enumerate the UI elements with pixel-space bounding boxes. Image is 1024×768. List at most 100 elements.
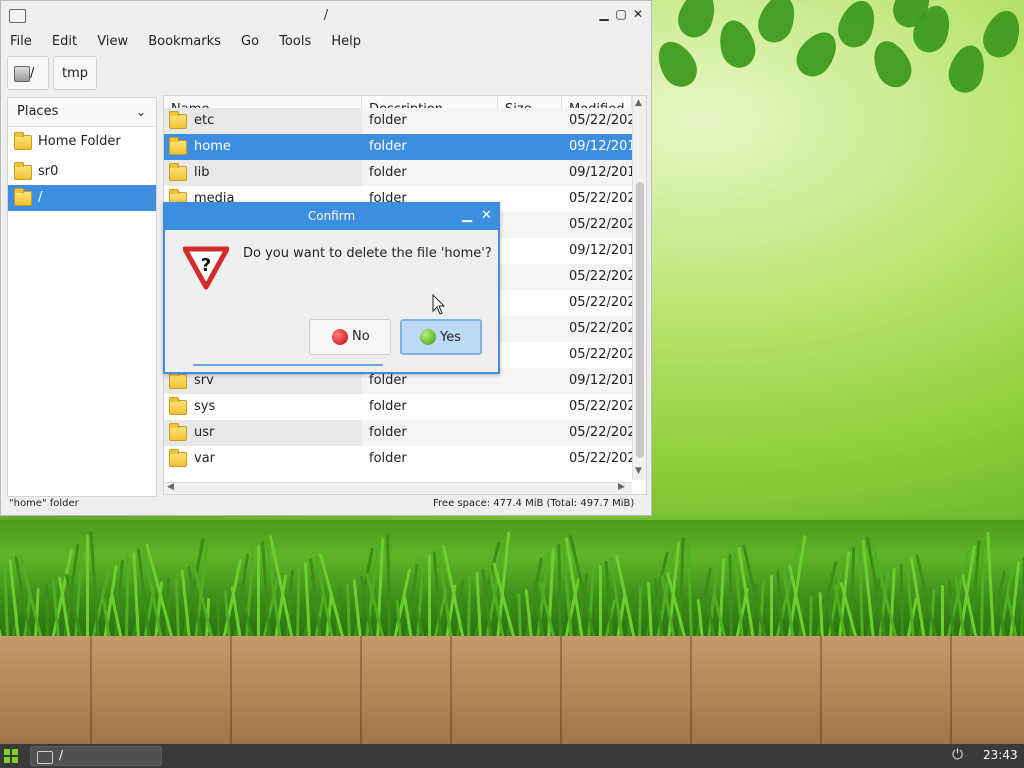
grass-blade [345, 582, 351, 641]
cell-modified: 05/22/202 [562, 108, 632, 134]
menu-help[interactable]: Help [328, 31, 364, 53]
grass-blade [215, 593, 220, 641]
grass-blade [728, 553, 733, 641]
grass-blade [44, 583, 49, 641]
menu-file[interactable]: File [7, 31, 35, 53]
power-icon[interactable]: ⏻ [952, 747, 963, 763]
table-row[interactable]: var folder 05/22/202 [164, 446, 632, 472]
sidebar-item-sr0[interactable]: sr0 [8, 159, 156, 185]
cell-modified: 05/22/202 [562, 420, 632, 446]
grass-blade [296, 565, 301, 641]
grass-blade [980, 535, 986, 641]
cell-desc: folder [362, 446, 498, 472]
grass-blade [940, 585, 944, 640]
cell-modified: 05/22/202 [562, 186, 632, 212]
wallpaper-grass [0, 510, 1024, 641]
clock: 23:43 [983, 748, 1018, 762]
cell-text: etc [194, 113, 215, 128]
table-row[interactable]: sys folder 05/22/202 [164, 394, 632, 420]
chevron-down-icon[interactable]: ⌄ [136, 98, 146, 126]
grass-blade [1020, 556, 1024, 641]
menu-view[interactable]: View [94, 31, 131, 53]
folder-icon [14, 162, 32, 180]
cell-text: folder [369, 451, 407, 466]
dialog-title: Confirm [307, 209, 356, 223]
menubar: File Edit View Bookmarks Go Tools Help [1, 31, 651, 53]
cell-desc: folder [362, 420, 498, 446]
cell-modified: 09/12/201 [562, 160, 632, 186]
cell-modified: 09/12/201 [562, 238, 632, 264]
cell-name: lib [164, 160, 362, 186]
cell-size [498, 134, 562, 160]
horizontal-scrollbar[interactable]: ◀ ▶ [164, 482, 632, 494]
taskbar-task-label: / [59, 748, 64, 762]
scroll-up-arrow-icon[interactable]: ▲ [635, 98, 642, 108]
scroll-right-arrow-icon[interactable]: ▶ [618, 482, 625, 492]
taskbar-task-file-manager[interactable]: / [30, 746, 162, 766]
window-title: / [323, 8, 329, 23]
scroll-thumb[interactable] [636, 182, 644, 458]
dialog-minimize-button[interactable]: ▁ [462, 208, 472, 223]
menu-edit[interactable]: Edit [49, 31, 80, 53]
table-row[interactable]: home folder 09/12/201 [164, 134, 632, 160]
menu-tools[interactable]: Tools [276, 31, 314, 53]
dialog-message: Do you want to delete the file 'home'? [243, 246, 492, 261]
sidebar-item-root[interactable]: / [8, 185, 156, 211]
table-row[interactable]: usr folder 05/22/202 [164, 420, 632, 446]
grass-blade [556, 543, 562, 641]
cell-size [498, 342, 562, 368]
confirm-dialog: Confirm ▁ ✕ ? Do you want to delete the … [163, 202, 500, 374]
dialog-close-button[interactable]: ✕ [481, 208, 492, 223]
yes-button[interactable]: Yes [400, 319, 482, 355]
table-row[interactable]: lib folder 09/12/201 [164, 160, 632, 186]
cell-text: 09/12/201 [569, 165, 632, 180]
cell-text: srv [194, 373, 214, 388]
scroll-left-arrow-icon[interactable]: ◀ [167, 482, 174, 492]
path-root-button[interactable]: / [7, 56, 49, 90]
cell-text: sys [194, 399, 216, 414]
folder-icon [169, 111, 187, 129]
cell-size [498, 186, 562, 212]
folder-icon [169, 449, 187, 467]
cell-size [498, 290, 562, 316]
grass-blade [3, 562, 9, 641]
folder-icon [14, 188, 32, 206]
cell-text: 09/12/201 [569, 243, 632, 258]
scroll-down-arrow-icon[interactable]: ▼ [635, 466, 642, 476]
cell-text: home [194, 139, 231, 154]
grass-blade [899, 563, 904, 641]
menu-go[interactable]: Go [238, 31, 262, 53]
sidebar-item-home-folder[interactable]: Home Folder [8, 129, 156, 155]
places-header-label: Places [17, 104, 59, 119]
path-tmp-button[interactable]: tmp [53, 56, 97, 90]
folder-icon [169, 137, 187, 155]
dialog-titlebar[interactable]: Confirm ▁ ✕ [165, 204, 498, 230]
minimize-button[interactable]: ▁ [597, 7, 611, 21]
cell-size [498, 160, 562, 186]
cell-size [498, 108, 562, 134]
cell-text: 09/12/201 [569, 373, 632, 388]
cell-name: sys [164, 394, 362, 420]
yes-label: Yes [440, 330, 461, 345]
no-red-icon [332, 329, 348, 345]
grass-blade [809, 595, 814, 641]
cell-modified: 05/22/202 [562, 446, 632, 472]
grass-blade [125, 555, 130, 641]
app-menu-icon[interactable] [4, 749, 19, 764]
places-header[interactable]: Places ⌄ [8, 98, 156, 127]
cell-text: folder [369, 425, 407, 440]
close-button[interactable]: ✕ [631, 7, 645, 21]
cell-size [498, 212, 562, 238]
drive-icon [14, 66, 30, 82]
yes-green-icon [420, 329, 436, 345]
no-button[interactable]: No [309, 319, 391, 355]
menu-bookmarks[interactable]: Bookmarks [145, 31, 224, 53]
cell-text: 05/22/202 [569, 217, 632, 232]
window-titlebar[interactable]: / ▁ ▢ ✕ [1, 1, 651, 31]
folder-icon [169, 397, 187, 415]
maximize-button[interactable]: ▢ [614, 7, 628, 21]
vertical-scrollbar[interactable]: ▲ ▼ [632, 96, 646, 480]
grass-blade [769, 575, 773, 640]
folder-icon [169, 163, 187, 181]
table-row[interactable]: etc folder 05/22/202 [164, 108, 632, 134]
